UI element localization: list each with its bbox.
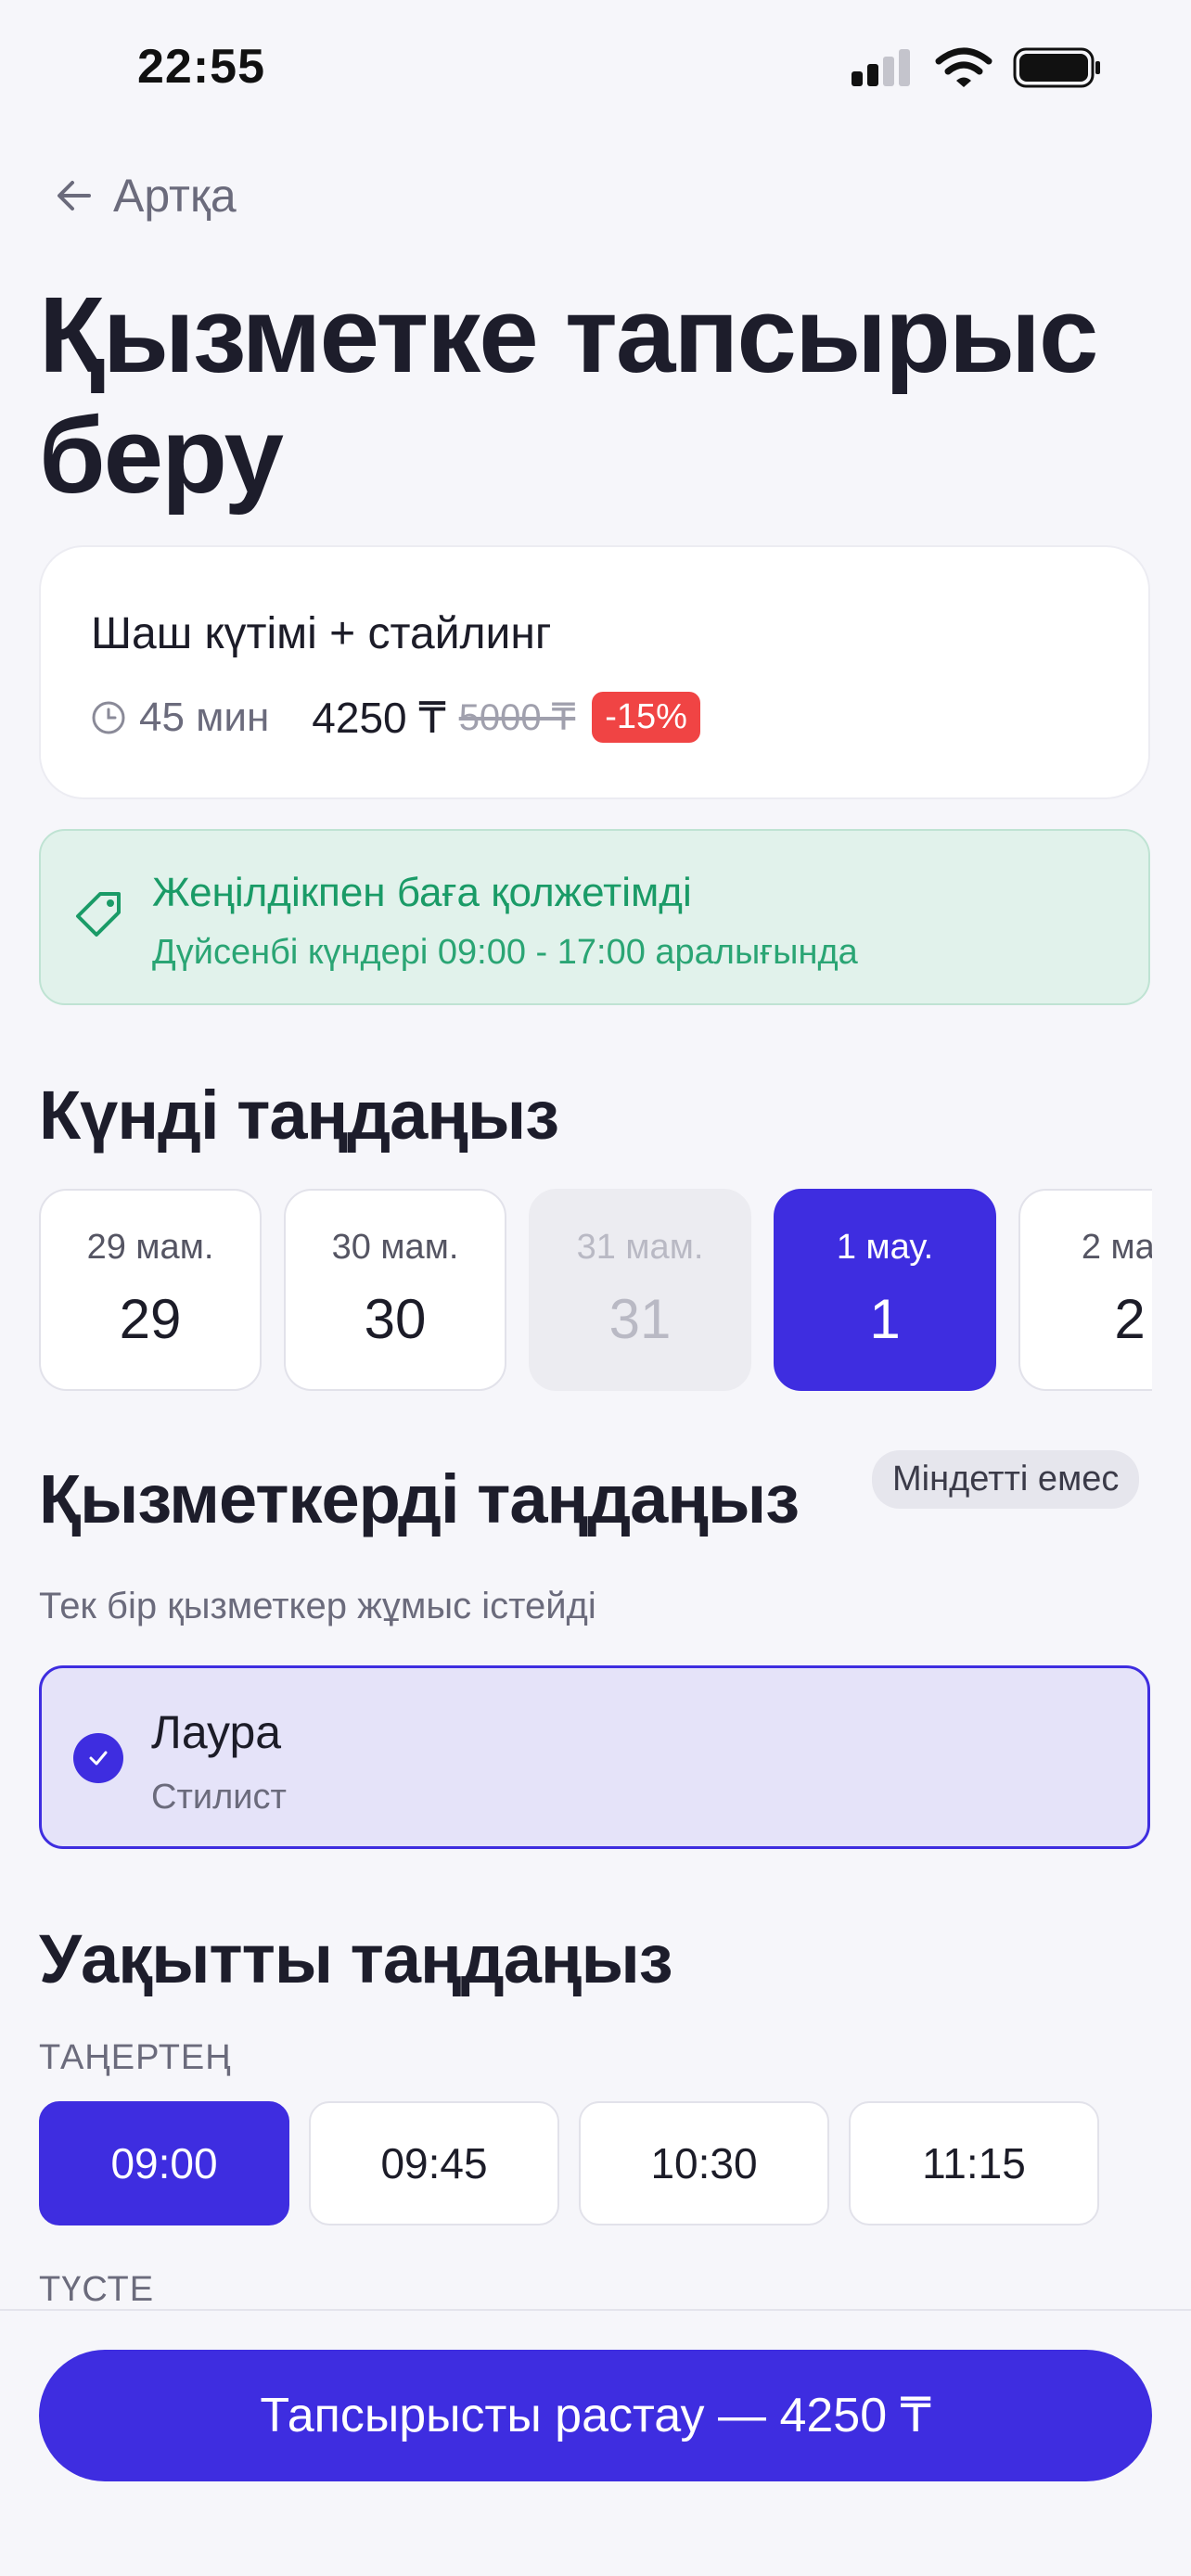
date-card[interactable]: 30 мам. 30: [284, 1189, 506, 1391]
wifi-icon: [935, 47, 992, 87]
promo-title: Жеңілдікпен баға қолжетімді: [152, 870, 692, 915]
date-label: 29 мам.: [86, 1228, 214, 1267]
date-section-title: Күнді таңдаңыз: [39, 1077, 559, 1154]
time-slot[interactable]: 10:30: [579, 2101, 829, 2225]
back-button[interactable]: Артқа: [52, 169, 237, 223]
service-duration: 45 мин: [139, 694, 270, 740]
status-time: 22:55: [137, 40, 265, 94]
service-meta: 45 мин 4250 ₸ 5000 ₸ -15%: [91, 692, 700, 743]
staff-section-title: Қызметкерді таңдаңыз: [39, 1460, 800, 1537]
bottom-bar: Тапсырысты растау — 4250 ₸: [0, 2309, 1191, 2576]
time-slot[interactable]: 11:15: [849, 2101, 1099, 2225]
discount-badge: -15%: [592, 692, 700, 743]
page-title: Қызметке тапсырыс беру: [39, 274, 1098, 516]
time-slot-selected[interactable]: 09:00: [39, 2101, 289, 2225]
staff-role: Стилист: [151, 1778, 287, 1817]
date-card[interactable]: 2 мау. 2: [1018, 1189, 1152, 1391]
tag-icon: [76, 892, 121, 937]
date-day: 30: [364, 1288, 427, 1350]
staff-card-selected[interactable]: Лаура Стилист: [39, 1665, 1150, 1849]
arrow-left-icon: [58, 181, 91, 210]
date-day: 2: [1114, 1288, 1146, 1350]
time-slot[interactable]: 09:45: [309, 2101, 559, 2225]
service-price: 4250 ₸: [312, 693, 446, 742]
check-icon: [73, 1733, 123, 1783]
booking-screen: 22:55 Артқа Қызметке тапсырыс беру Шаш к…: [0, 0, 1191, 2576]
cellular-signal-icon: [852, 49, 910, 86]
status-bar: 22:55: [0, 0, 1191, 139]
morning-label: ТАҢЕРТЕҢ: [39, 2038, 232, 2077]
date-day: 1: [869, 1288, 901, 1350]
date-card-selected[interactable]: 1 мау. 1: [774, 1189, 996, 1391]
service-card: Шаш күтімі + стайлинг 45 мин 4250 ₸ 5000…: [39, 545, 1150, 799]
clock-icon: [92, 701, 125, 733]
promo-banner: Жеңілдікпен баға қолжетімді Дүйсенбі күн…: [39, 829, 1150, 1005]
back-label: Артқа: [113, 170, 237, 222]
date-card-disabled: 31 мам. 31: [529, 1189, 751, 1391]
date-label: 1 мау.: [836, 1228, 934, 1267]
date-day: 31: [608, 1288, 672, 1350]
promo-subtitle: Дүйсенбі күндері 09:00 - 17:00 аралығынд…: [152, 933, 858, 972]
confirm-order-button[interactable]: Тапсырысты растау — 4250 ₸: [39, 2350, 1152, 2481]
date-label: 2 мау.: [1081, 1228, 1152, 1267]
service-name: Шаш күтімі + стайлинг: [91, 609, 552, 658]
date-card[interactable]: 29 мам. 29: [39, 1189, 262, 1391]
date-picker[interactable]: 29 мам. 29 30 мам. 30 31 мам. 31 1 мау. …: [39, 1189, 1152, 1393]
date-label: 31 мам.: [576, 1228, 704, 1267]
optional-badge: Міндетті емес: [872, 1450, 1140, 1509]
status-icons: [850, 46, 1102, 89]
afternoon-label: ТҮСТЕ: [39, 2270, 155, 2309]
staff-note: Тек бір қызметкер жұмыс істейді: [39, 1586, 596, 1626]
date-label: 30 мам.: [331, 1228, 459, 1267]
date-day: 29: [119, 1288, 182, 1350]
battery-icon: [1013, 47, 1100, 88]
staff-name: Лаура: [151, 1706, 282, 1758]
time-section-title: Уақытты таңдаңыз: [39, 1920, 673, 1997]
service-old-price: 5000 ₸: [458, 696, 576, 738]
